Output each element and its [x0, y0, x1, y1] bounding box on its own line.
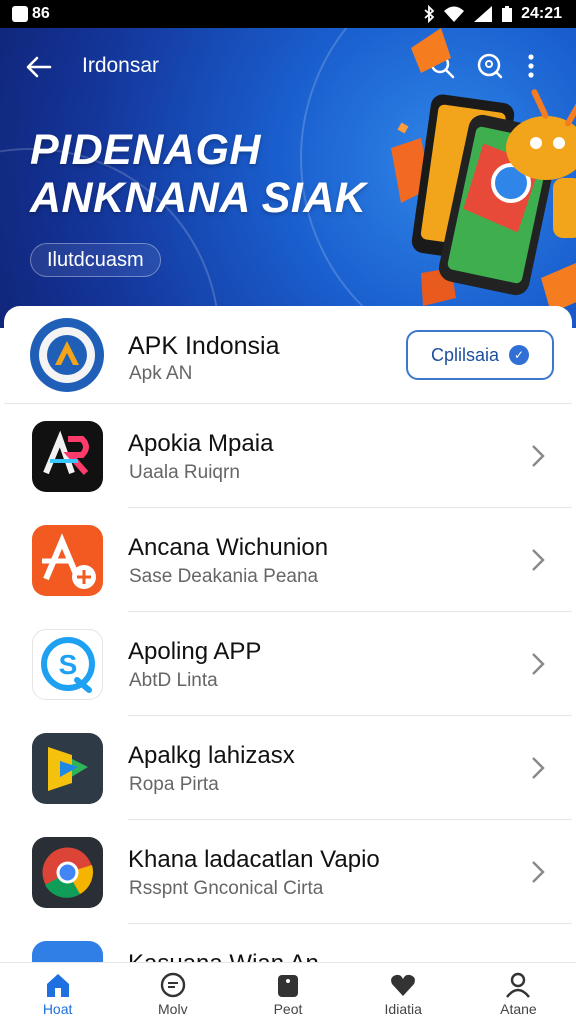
featured-app[interactable]: APK Indonsia Apk AN Cplilsaia ✓	[4, 306, 572, 404]
hero-title-line2: ANKNANA SIAK	[30, 174, 367, 222]
nav-label: Idiatia	[384, 1000, 422, 1017]
shield-check-icon: ✓	[509, 345, 530, 365]
status-time-right: 24:21	[521, 5, 562, 22]
battery-icon	[502, 6, 513, 22]
nav-label: Molv	[158, 1000, 188, 1017]
chrome-icon	[32, 837, 103, 908]
app-bar-title: Irdonsar	[82, 54, 160, 77]
person-icon	[506, 972, 531, 998]
list-item[interactable]: Apokia Mpaia Uaala Ruiqrn	[4, 404, 572, 508]
nav-item-home[interactable]: Hoat	[0, 963, 115, 1024]
s-chat-icon: S	[32, 629, 103, 700]
chevron-right-icon	[532, 549, 545, 571]
app-list-card: APK Indonsia Apk AN Cplilsaia ✓ Apokia M…	[4, 306, 572, 964]
signal-icon	[474, 6, 493, 22]
app-name: Apokia Mpaia	[128, 430, 274, 457]
featured-app-name: APK Indonsia	[128, 332, 280, 360]
back-arrow-icon[interactable]	[24, 52, 54, 82]
list-item[interactable]: S Apoling APP AbtD Linta	[4, 612, 572, 716]
list-item[interactable]: Apalkg lahizasx Ropa Pirta	[4, 716, 572, 820]
app-subtitle: Uaala Ruiqrn	[129, 462, 240, 483]
app-subtitle: Ropa Pirta	[129, 774, 219, 795]
app-subtitle: Sase Deakania Peana	[129, 566, 319, 587]
a-plus-icon	[32, 525, 103, 596]
hero-chip[interactable]: Ilutdcuasm	[30, 243, 161, 277]
app-name: Apalkg lahizasx	[128, 742, 295, 769]
chevron-right-icon	[532, 445, 545, 467]
nav-label: Hoat	[42, 1000, 73, 1017]
chat-icon	[160, 972, 185, 997]
app-name: Apoling APP	[128, 638, 262, 665]
apk-indonesia-logo-icon	[30, 318, 104, 392]
blue-app-icon	[32, 941, 103, 964]
wifi-icon	[444, 6, 465, 22]
hero-title-line1: PIDENAGH	[30, 126, 261, 174]
status-bar: 86 24:21	[0, 0, 576, 28]
list-item[interactable]: Kasuana Wian An	[4, 924, 572, 964]
app-name: Khana ladacatlan Vapio	[128, 846, 380, 873]
hero-title: PIDENAGH ANKNANA SIAK	[30, 126, 366, 222]
list-item[interactable]: Khana ladacatlan Vapio Rsspnt Gnconical …	[4, 820, 572, 924]
nav-item-favorites[interactable]: Idiatia	[346, 963, 461, 1024]
chevron-right-icon	[532, 653, 545, 675]
featured-app-subtitle: Apk AN	[129, 363, 193, 384]
nav-label: Peot	[273, 1000, 303, 1017]
featured-action-button[interactable]: Cplilsaia ✓	[406, 330, 554, 380]
status-time-left: 86	[32, 5, 50, 22]
hero-banner: Irdonsar PIDENAGH ANKNANA SIAK Ilutdcuas…	[0, 28, 576, 328]
nav-label: Atane	[500, 1000, 537, 1017]
phones-robot-illustration	[391, 28, 576, 313]
bottom-navigation: Hoat Molv Peot Idiatia Atane	[0, 962, 576, 1024]
home-icon	[46, 973, 69, 997]
bag-icon	[278, 974, 298, 997]
chevron-right-icon	[532, 757, 545, 779]
nav-item-bag[interactable]: Peot	[230, 963, 345, 1024]
svg-text:S: S	[59, 649, 78, 680]
bluetooth-icon	[424, 5, 435, 23]
list-item[interactable]: Ancana Wichunion Sase Deakania Peana	[4, 508, 572, 612]
featured-action-label: Cplilsaia	[430, 344, 500, 365]
notification-icon	[12, 6, 28, 22]
app-subtitle: AbtD Linta	[129, 670, 218, 691]
nav-item-profile[interactable]: Atane	[461, 963, 576, 1024]
ar-logo-icon	[32, 421, 103, 492]
app-subtitle: Rsspnt Gnconical Cirta	[129, 878, 324, 899]
play-triangle-icon	[32, 733, 103, 804]
heart-icon	[391, 974, 416, 996]
nav-item-chat[interactable]: Molv	[115, 963, 230, 1024]
app-name: Ancana Wichunion	[128, 534, 329, 561]
chevron-right-icon	[532, 861, 545, 883]
